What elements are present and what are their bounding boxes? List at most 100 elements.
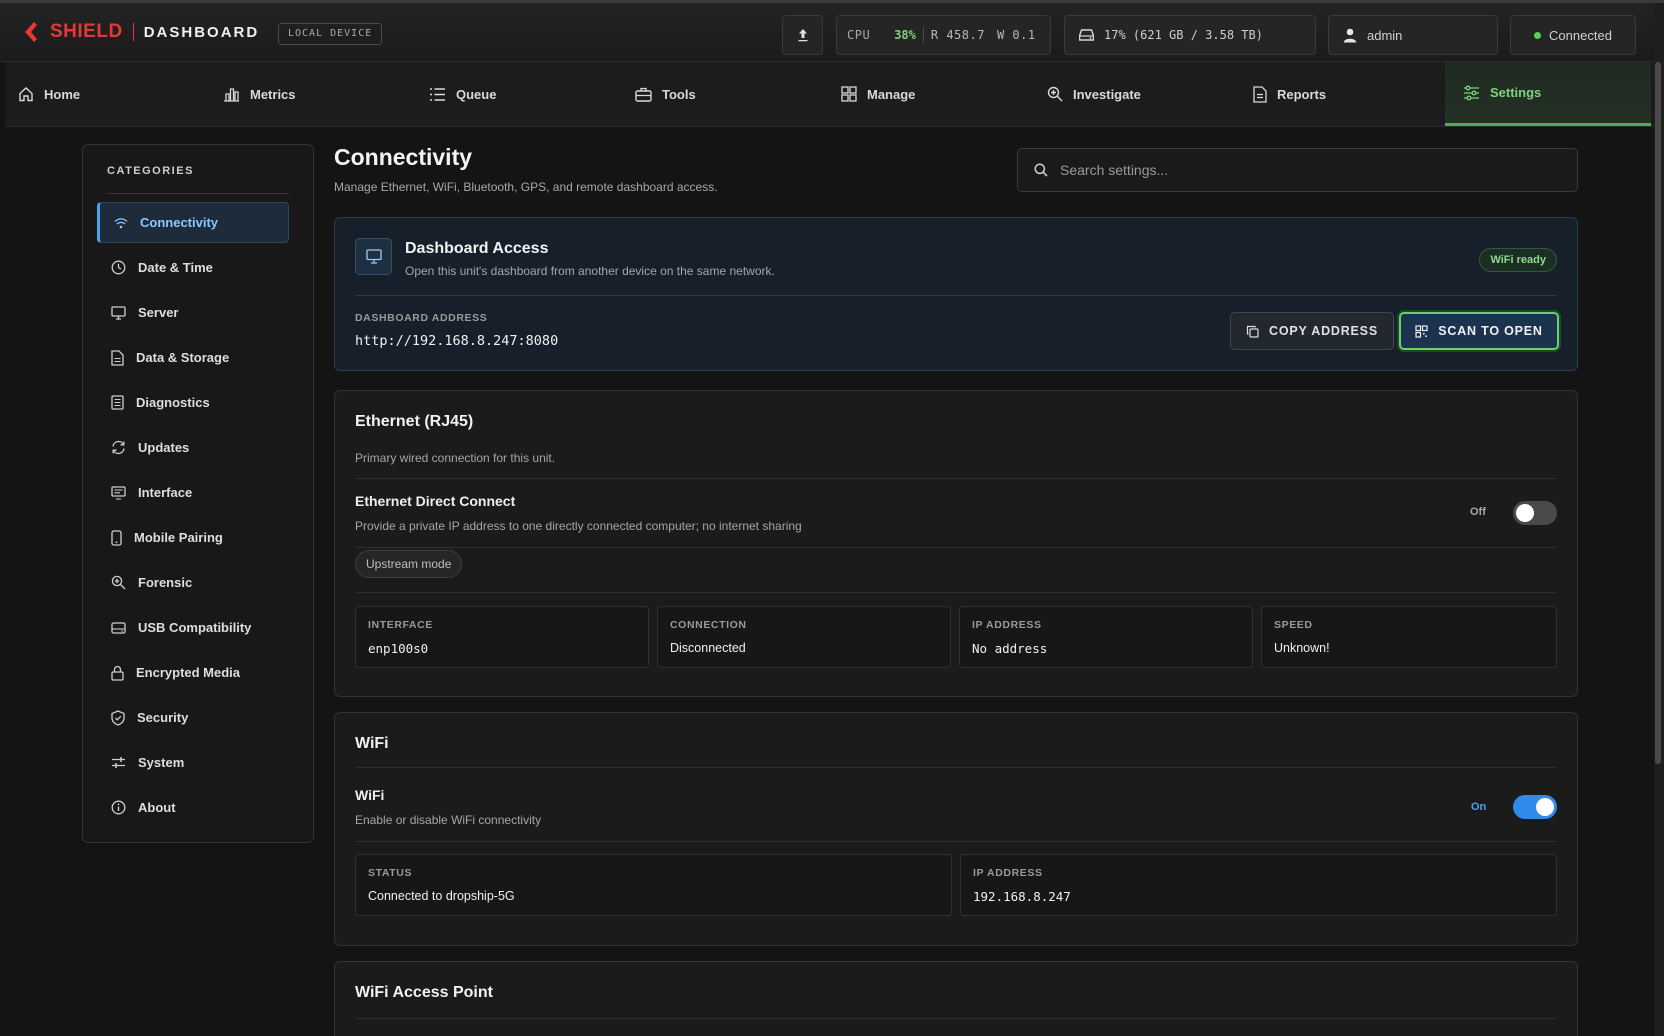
sidebar-item-label: Forensic (138, 575, 193, 590)
tab-reports[interactable]: Reports (1253, 62, 1403, 126)
bar-chart-icon (224, 88, 239, 102)
phone-icon (111, 529, 122, 546)
disk-usage: 17% (621 GB / 3.58 TB) (1064, 15, 1316, 55)
stat-value: Connected to dropship-5G (368, 889, 515, 903)
shield-icon (111, 709, 125, 726)
zoom-in-icon (1047, 86, 1063, 102)
cpu-divider (922, 27, 924, 43)
stat-label: IP ADDRESS (972, 619, 1042, 631)
sidebar-item-data-storage[interactable]: Data & Storage (97, 337, 289, 378)
device-badge: LOCAL DEVICE (278, 23, 383, 45)
brand-name: SHIELD (50, 21, 123, 42)
stat-speed: SPEED Unknown! (1261, 606, 1557, 668)
ethernet-description: Primary wired connection for this unit. (355, 451, 556, 465)
connection-status[interactable]: Connected (1510, 15, 1636, 55)
zoom-in-icon (111, 575, 126, 590)
copy-address-button[interactable]: COPY ADDRESS (1230, 312, 1394, 350)
sidebar-item-label: Date & Time (138, 260, 213, 275)
scan-to-open-button[interactable]: SCAN TO OPEN (1399, 312, 1559, 350)
connection-label: Connected (1549, 27, 1612, 43)
scrollbar-thumb[interactable] (1655, 62, 1661, 764)
page-title: Connectivity (334, 144, 473, 170)
stat-connection: CONNECTION Disconnected (657, 606, 951, 668)
ethernet-card: Ethernet (RJ45) Primary wired connection… (334, 390, 1578, 697)
disk-write-rate: W 0.1 (996, 28, 1036, 42)
stat-label: CONNECTION (670, 619, 747, 631)
user-menu[interactable]: admin (1328, 15, 1498, 55)
sidebar-item-label: Mobile Pairing (134, 530, 223, 545)
sidebar-title: CATEGORIES (107, 165, 194, 177)
stat-value: No address (972, 641, 1048, 656)
sidebar-item-label: About (138, 800, 176, 815)
cpu-label: CPU (847, 28, 871, 42)
grid-icon (841, 86, 857, 102)
divider (355, 547, 1557, 548)
wifi-toggle[interactable] (1513, 795, 1557, 819)
wifi-ready-badge: WiFi ready (1479, 248, 1557, 272)
sidebar-item-system[interactable]: System (97, 742, 289, 783)
sidebar-item-encrypted-media[interactable]: Encrypted Media (97, 652, 289, 693)
brand[interactable]: SHIELD DASHBOARD (22, 21, 259, 43)
sidebar-item-label: Connectivity (140, 215, 219, 230)
disk-read-rate: R 458.7 (930, 28, 985, 42)
stat-value: 192.168.8.247 (973, 889, 1071, 904)
direct-connect-toggle[interactable] (1513, 501, 1557, 525)
divider (355, 1018, 1557, 1019)
tab-label: Metrics (250, 86, 296, 102)
sidebar-item-label: USB Compatibility (138, 620, 252, 635)
upstream-mode-pill[interactable]: Upstream mode (355, 550, 463, 578)
tab-investigate[interactable]: Investigate (1047, 62, 1197, 126)
sidebar-item-label: Updates (138, 440, 190, 455)
toggle-knob (1536, 798, 1554, 816)
stat-label: SPEED (1274, 619, 1313, 631)
user-icon (1343, 28, 1357, 42)
settings-sidebar: CATEGORIES Connectivity Date & Time Serv… (82, 144, 314, 843)
tab-home[interactable]: Home (18, 62, 168, 126)
cpu-status: CPU 38% R 458.7 W 0.1 (836, 15, 1051, 55)
stat-label: STATUS (368, 867, 413, 879)
search-input[interactable] (1060, 162, 1540, 178)
tab-settings[interactable]: Settings (1445, 62, 1651, 126)
brand-divider (132, 23, 134, 41)
stat-ip-address: IP ADDRESS No address (959, 606, 1253, 668)
sliders-icon (1464, 85, 1479, 100)
wifi-card: WiFi WiFi Enable or disable WiFi connect… (334, 712, 1578, 946)
main-nav: Home Metrics Queue Tools Manage Investig… (5, 62, 1654, 127)
stat-value: Disconnected (670, 641, 746, 655)
monitor-icon (355, 238, 392, 275)
tab-manage[interactable]: Manage (841, 62, 991, 126)
qr-code-icon (1415, 324, 1428, 338)
sidebar-divider (107, 193, 289, 194)
stat-label: INTERFACE (368, 619, 433, 631)
tab-label: Tools (662, 86, 696, 102)
tab-tools[interactable]: Tools (635, 62, 785, 126)
tab-queue[interactable]: Queue (429, 62, 579, 126)
wifi-title: WiFi (355, 735, 389, 752)
sidebar-item-mobile-pairing[interactable]: Mobile Pairing (97, 517, 289, 558)
lock-icon (111, 665, 124, 681)
settings-search[interactable] (1017, 148, 1578, 192)
direct-connect-title: Ethernet Direct Connect (355, 493, 516, 509)
tab-metrics[interactable]: Metrics (223, 62, 373, 126)
drive-icon (111, 621, 126, 634)
sidebar-item-about[interactable]: About (97, 787, 289, 828)
disk-usage-text: 17% (621 GB / 3.58 TB) (1104, 28, 1263, 42)
sidebar-item-label: Server (138, 305, 179, 320)
scan-to-open-label: SCAN TO OPEN (1438, 324, 1543, 338)
sidebar-item-diagnostics[interactable]: Diagnostics (97, 382, 289, 423)
wifi-row-description: Enable or disable WiFi connectivity (355, 813, 542, 827)
sidebar-item-connectivity[interactable]: Connectivity (97, 202, 289, 243)
sidebar-item-server[interactable]: Server (97, 292, 289, 333)
sidebar-item-security[interactable]: Security (97, 697, 289, 738)
copy-address-label: COPY ADDRESS (1269, 324, 1378, 338)
tab-label: Reports (1277, 86, 1327, 102)
sidebar-item-date-time[interactable]: Date & Time (97, 247, 289, 288)
sidebar-item-usb-compatibility[interactable]: USB Compatibility (97, 607, 289, 648)
sidebar-item-interface[interactable]: Interface (97, 472, 289, 513)
upload-button[interactable] (782, 15, 823, 55)
sidebar-item-updates[interactable]: Updates (97, 427, 289, 468)
top-bar: SHIELD DASHBOARD LOCAL DEVICE CPU 38% R … (0, 0, 1664, 62)
sidebar-item-forensic[interactable]: Forensic (97, 562, 289, 603)
home-icon (19, 87, 33, 102)
tab-label: Queue (456, 86, 497, 102)
